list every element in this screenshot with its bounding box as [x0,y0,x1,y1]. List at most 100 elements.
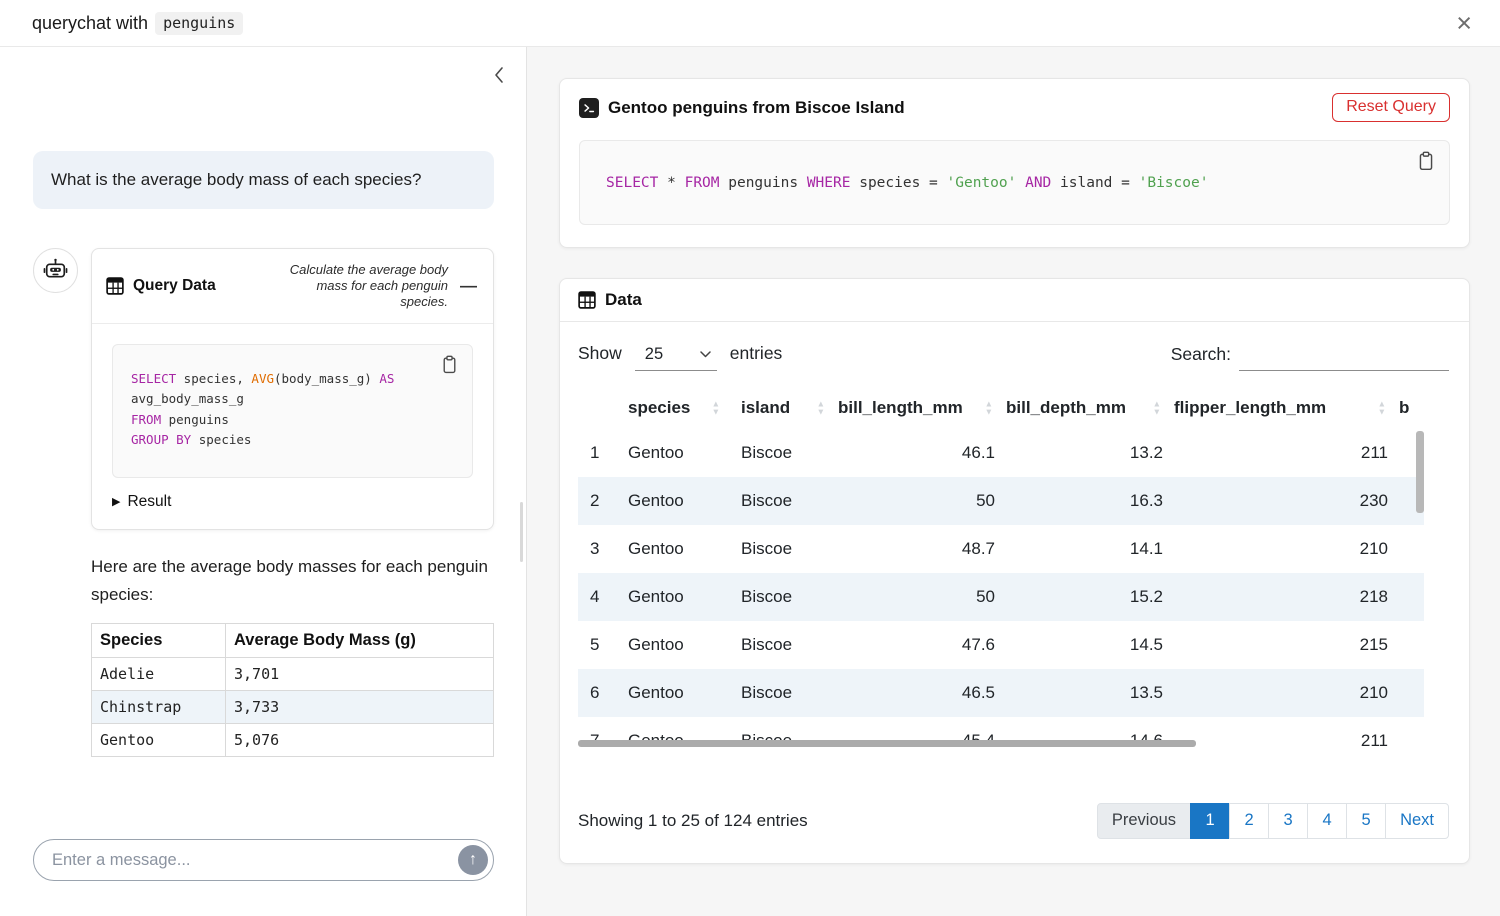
table-cell: 14.5 [1000,621,1168,669]
column-label: bill_length_mm [838,398,963,417]
robot-icon [42,257,69,284]
query-title: Gentoo penguins from Biscoe Island [608,98,905,118]
sidebar-resize-handle[interactable] [520,502,523,562]
copy-button[interactable] [1415,149,1437,173]
data-card: Data Show 25 entries Sear [559,278,1470,864]
page-button-previous: Previous [1097,803,1191,839]
assistant-turn: Query Data Calculate the average body ma… [33,248,494,757]
table-cell: Gentoo [614,429,727,477]
result-expander[interactable]: ▶ Result [112,491,171,513]
column-header-island[interactable]: island▲▼ [727,387,832,429]
current-query-card: Gentoo penguins from Biscoe Island Reset… [559,78,1470,248]
close-button[interactable]: × [1448,8,1480,39]
query-sql-code: SELECT * FROM penguins WHERE species = '… [606,175,1208,191]
table-cell: 4 [578,573,614,621]
table-cell: 211 [1168,429,1393,477]
table-cell: 7 [578,717,614,753]
sort-arrows-icon: ▲▼ [985,401,993,416]
entries-info: Showing 1 to 25 of 124 entries [578,811,808,831]
pagination: Previous12345Next [1097,803,1449,839]
page-button-2[interactable]: 2 [1229,803,1269,839]
table-cell: Gentoo [614,477,727,525]
table-cell [1393,669,1424,717]
table-cell [1393,525,1424,573]
sidebar-collapse-button[interactable] [490,63,508,87]
table-cell: 211 [1168,717,1393,753]
table-cell: 50 [832,477,1000,525]
table-cell: Biscoe [727,573,832,621]
table-cell: 48.7 [832,525,1000,573]
table-cell: 13.2 [1000,429,1168,477]
answer-table-header: Average Body Mass (g) [226,623,494,657]
entries-label: entries [730,343,783,364]
chat-sidebar: What is the average body mass of each sp… [0,47,527,916]
tool-collapse-button[interactable]: — [458,276,479,296]
page-size-select[interactable]: 25 [635,345,717,371]
table-row: 6GentooBiscoe46.513.5210 [578,669,1424,717]
answer-table-header: Species [92,623,226,657]
main-panel: Gentoo penguins from Biscoe Island Reset… [527,47,1500,916]
column-header-flipper_length_mm[interactable]: flipper_length_mm▲▼ [1168,387,1393,429]
answer-table-cell: Gentoo [92,723,226,756]
answer-table-cell: 5,076 [226,723,494,756]
table-cell: 13.5 [1000,669,1168,717]
dataset-chip: penguins [155,12,243,35]
tool-sql-block: SELECT species, AVG(body_mass_g) ASavg_b… [112,344,473,478]
table-cell: Gentoo [614,717,727,753]
chat-input-row: ↑ [33,839,494,881]
column-header-species[interactable]: species▲▼ [614,387,727,429]
table-cell: 15.2 [1000,573,1168,621]
tool-subtitle: Calculate the average body mass for each… [268,262,448,310]
table-row: 3GentooBiscoe48.714.1210 [578,525,1424,573]
table-cell: 230 [1168,477,1393,525]
table-cell [1393,621,1424,669]
table-row: 7GentooBiscoe45.414.6211 [578,717,1424,753]
tool-title-group: Query Data [106,277,216,295]
table-cell: 3 [578,525,614,573]
answer-table-cell: Chinstrap [92,690,226,723]
page-button-5[interactable]: 5 [1346,803,1386,839]
table-cell: 46.5 [832,669,1000,717]
table-icon [106,277,124,295]
table-cell: 16.3 [1000,477,1168,525]
answer-table-row: Adelie3,701 [92,657,494,690]
search-input[interactable] [1239,347,1449,371]
page-button-4[interactable]: 4 [1307,803,1347,839]
horizontal-scrollbar[interactable] [578,740,1196,747]
table-row: 5GentooBiscoe47.614.5215 [578,621,1424,669]
answer-table: SpeciesAverage Body Mass (g) Adelie3,701… [91,623,494,757]
table-footer: Showing 1 to 25 of 124 entries Previous1… [560,803,1469,863]
table-cell: Gentoo [614,525,727,573]
table-icon [578,291,596,309]
table-row: 4GentooBiscoe5015.2218 [578,573,1424,621]
copy-button[interactable] [439,353,460,376]
answer-table-cell: Adelie [92,657,226,690]
table-cell: 50 [832,573,1000,621]
answer-table-header-row: SpeciesAverage Body Mass (g) [92,623,494,657]
send-button[interactable]: ↑ [458,845,488,875]
message-input[interactable] [33,839,494,881]
table-cell: Gentoo [614,669,727,717]
page-button-1[interactable]: 1 [1190,803,1230,839]
column-header-bill_length_mm[interactable]: bill_length_mm ▲▼ [832,387,1000,429]
data-card-title: Data [605,290,642,310]
arrow-up-icon: ↑ [469,851,477,869]
vertical-scrollbar[interactable] [1416,431,1424,513]
table-cell: 46.1 [832,429,1000,477]
page-button-3[interactable]: 3 [1268,803,1308,839]
table-cell: 2 [578,477,614,525]
table-cell: Gentoo [614,621,727,669]
column-header-bill_depth_mm[interactable]: bill_depth_mm▲▼ [1000,387,1168,429]
result-label: Result [127,493,171,511]
page-button-next[interactable]: Next [1385,803,1449,839]
table-cell: Biscoe [727,669,832,717]
table-cell: 1 [578,429,614,477]
table-cell: 47.6 [832,621,1000,669]
reset-query-button[interactable]: Reset Query [1332,93,1450,122]
table-cell: 14.1 [1000,525,1168,573]
column-header-b[interactable]: b [1393,387,1424,429]
tool-title: Query Data [133,277,216,295]
answer-table-row: Chinstrap3,733 [92,690,494,723]
table-cell: Biscoe [727,717,832,753]
user-message: What is the average body mass of each sp… [33,151,494,209]
